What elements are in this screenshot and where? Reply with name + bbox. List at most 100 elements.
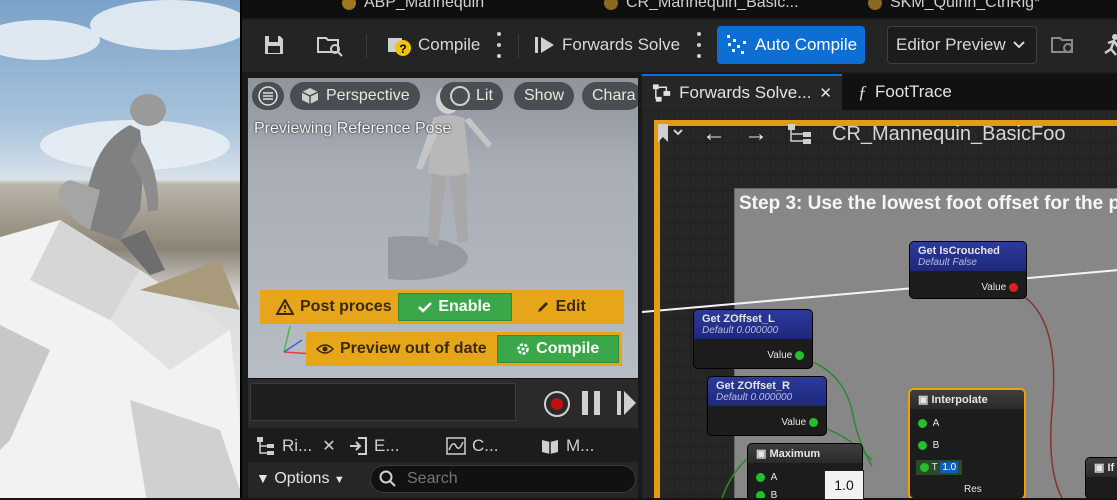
animation-asset-field[interactable] [250, 383, 516, 421]
pin-b[interactable]: B [756, 490, 777, 498]
bookmark-icon[interactable] [654, 122, 684, 146]
eye-icon [316, 344, 334, 354]
value-pin[interactable]: Value [981, 282, 1018, 293]
graph-navigation-bar: ← → CR_Mannequin_BasicFoo [642, 114, 1117, 154]
book-icon [542, 440, 558, 454]
filter-icon: ▼ [256, 470, 270, 486]
options-button[interactable]: ▼ Options ▼ [256, 470, 345, 488]
document-tab-bar: ABP_Mannequin CR_Mannequin_Basic... SKM_… [242, 0, 1117, 18]
search-icon [379, 470, 396, 487]
node-interpolate[interactable]: ▣ Interpolate A B T 1.0 Res [910, 390, 1024, 498]
tab-forwards-solve[interactable]: Forwards Solve... ✕ [642, 74, 842, 110]
toolbar-divider [366, 34, 367, 58]
boolean-pin-icon [1009, 282, 1018, 292]
node-if[interactable]: ▣ If [1086, 458, 1117, 498]
running-person-icon [1104, 34, 1117, 56]
editor-preview-dropdown[interactable]: Editor Preview [887, 26, 1037, 64]
compile-button[interactable]: ? Compile [378, 26, 488, 64]
value-pin[interactable]: Value [767, 350, 804, 361]
pin-b[interactable]: B [918, 440, 939, 451]
tab-rig-hierarchy[interactable]: Ri... ✕ [256, 434, 336, 458]
viewport-menu-button[interactable] [252, 82, 284, 110]
lit-button[interactable]: Lit [440, 82, 503, 110]
pause-button[interactable] [582, 391, 600, 415]
pin-a[interactable]: A [918, 418, 939, 429]
pin-a[interactable]: A [756, 472, 777, 483]
panel-tab-bar: Ri... ✕ E... C... M... [248, 428, 638, 462]
solve-options-kebab[interactable] [696, 32, 702, 58]
step-forward-icon[interactable] [616, 391, 636, 415]
chevron-down-icon [1012, 41, 1025, 49]
browse-button[interactable] [308, 26, 352, 64]
animation-blueprint-icon [342, 0, 356, 10]
play-bar-icon [535, 37, 554, 53]
doc-tab-skm-quinn[interactable]: SKM_Quinn_CtrlRig* [868, 0, 1040, 18]
graph-wires [642, 269, 1117, 498]
hierarchy-icon[interactable] [786, 122, 814, 146]
float-pin-icon [756, 490, 765, 498]
close-icon[interactable]: ✕ [819, 84, 832, 102]
float-pin-icon [920, 462, 929, 472]
game-viewport[interactable] [0, 0, 240, 498]
preview-mannequin [388, 86, 492, 280]
preview-out-of-date-bar: Preview out of date Compile [306, 332, 622, 366]
perspective-button[interactable]: Perspective [290, 82, 420, 110]
tab-e[interactable]: E... [348, 434, 400, 458]
toolbar-divider [518, 34, 519, 58]
enter-icon [350, 437, 367, 455]
lit-sphere-icon [450, 86, 470, 106]
record-button[interactable] [544, 391, 570, 417]
cloud [90, 0, 240, 50]
doc-tab-cr-mannequin[interactable]: CR_Mannequin_Basic... [604, 0, 799, 18]
tab-m[interactable]: M... [540, 434, 594, 458]
search-input[interactable] [405, 469, 615, 489]
animation-controls [248, 378, 638, 428]
float-pin-icon [918, 418, 927, 428]
control-rig-editor: ABP_Mannequin CR_Mannequin_Basic... SKM_… [240, 0, 1117, 500]
debug-object-button[interactable] [1042, 26, 1084, 64]
cube-icon [301, 88, 319, 104]
auto-compile-button[interactable]: Auto Compile [717, 26, 866, 64]
forwards-solve-button[interactable]: Forwards Solve [526, 26, 688, 64]
tab-foottrace[interactable]: ƒ FootTrace [848, 74, 962, 110]
main-toolbar: ? Compile Forwards Solve Auto Compile Ed… [242, 20, 1117, 72]
pencil-icon [537, 302, 548, 312]
show-button[interactable]: Show [514, 82, 575, 110]
character-button[interactable]: Chara [582, 82, 638, 110]
edit-button[interactable]: Edit [536, 298, 586, 316]
function-node-icon: ▣ [918, 394, 929, 406]
hierarchy-icon [257, 437, 274, 455]
value-tooltip: 1.0 [824, 470, 864, 500]
run-mode-button[interactable] [1092, 26, 1117, 64]
back-arrow-icon[interactable]: ← [702, 120, 726, 148]
save-icon [265, 36, 283, 54]
compile-options-kebab[interactable] [496, 32, 502, 58]
preview-viewport[interactable]: Perspective Lit Show Chara Previewing Re… [248, 78, 638, 378]
float-pin-icon [756, 472, 765, 482]
tab-c[interactable]: C... [446, 434, 498, 458]
save-button[interactable] [254, 26, 294, 64]
control-rig-icon [868, 0, 882, 10]
t-value-input[interactable]: 1.0 [940, 462, 959, 473]
function-node-icon: ▣ [756, 448, 767, 460]
preview-out-of-date-label: Preview out of date [340, 340, 487, 357]
doc-tab-abp-mannequin[interactable]: ABP_Mannequin [342, 0, 484, 18]
viewport-compile-button[interactable]: Compile [496, 335, 619, 363]
pin-t[interactable]: T 1.0 [916, 460, 963, 475]
node-get-zoffset-r[interactable]: Get ZOffset_R Default 0.000000 Value [708, 377, 826, 435]
forward-arrow-icon[interactable]: → [744, 120, 768, 148]
float-pin-icon [795, 350, 804, 360]
float-pin-icon [809, 417, 818, 427]
options-row: ▼ Options ▼ [248, 462, 638, 498]
pin-result[interactable]: Res [964, 484, 982, 495]
node-get-iscrouched[interactable]: Get IsCrouched Default False Value [910, 242, 1026, 298]
auto-compile-icon [727, 35, 746, 54]
folder-search-icon [317, 37, 343, 57]
search-box[interactable] [370, 465, 636, 493]
enable-button[interactable]: Enable [397, 293, 512, 321]
value-pin[interactable]: Value [781, 417, 818, 428]
close-icon[interactable]: ✕ [322, 436, 335, 456]
graph-breadcrumb: CR_Mannequin_BasicFoo [832, 122, 1066, 145]
graph-canvas[interactable]: Step 3: Use the lowest foot offset for t… [642, 110, 1117, 498]
node-get-zoffset-l[interactable]: Get ZOffset_L Default 0.000000 Value [694, 310, 812, 368]
